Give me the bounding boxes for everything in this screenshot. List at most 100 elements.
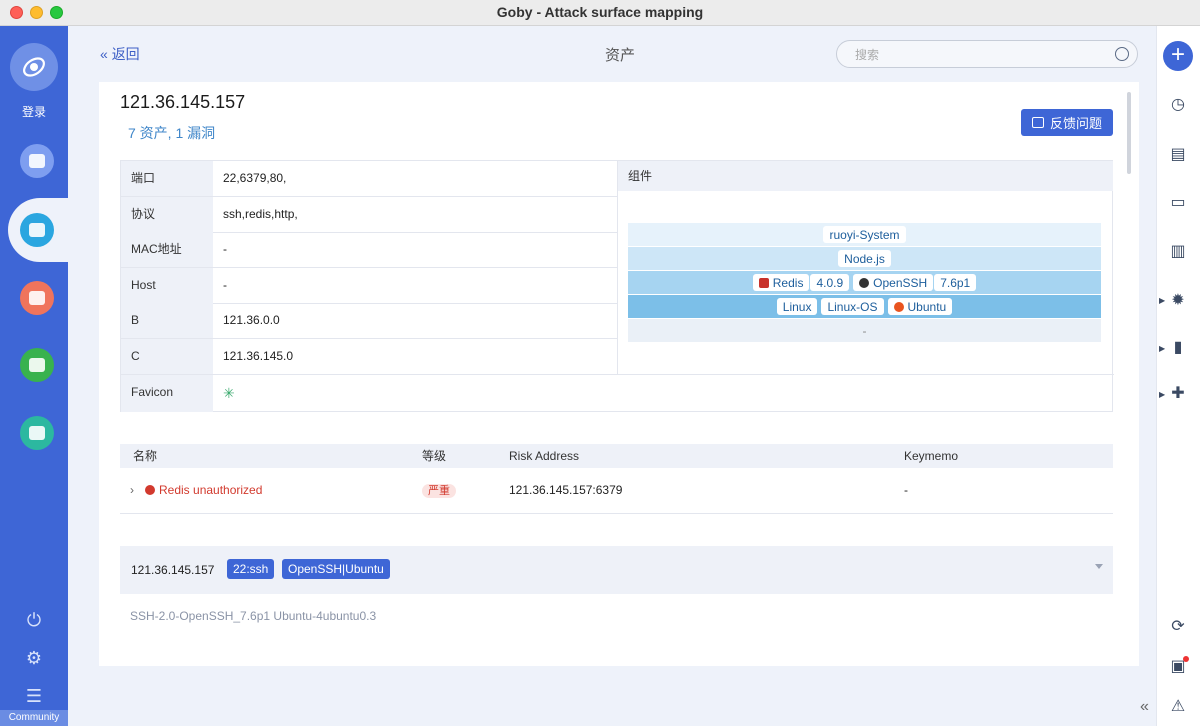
nav-report-button[interactable] [20,348,54,382]
search-input[interactable] [855,46,1105,64]
chevron-down-icon[interactable] [1095,564,1103,569]
warning-icon[interactable]: ⚠ [1167,696,1189,718]
info-key: B [121,303,213,338]
user-avatar[interactable] [10,43,58,91]
vulnerability-icon [29,291,45,305]
asset-info-table: 端口 22,6379,80, 协议 ssh,redis,http, MAC地址 … [120,160,1114,412]
component-tag[interactable]: Linux [776,298,818,315]
info-key: Favicon [121,375,213,412]
component-tag[interactable]: Linux-OS [821,298,884,315]
monitor-icon[interactable]: ▭ [1167,192,1189,214]
bar-chart-icon[interactable]: ▮ [1167,337,1189,359]
settings-gear-icon[interactable]: ⚙ [22,646,46,670]
page-title: 资产 [604,47,635,64]
new-scan-plus-button[interactable]: + [1163,41,1193,71]
scrollbar[interactable] [1127,92,1131,174]
info-row-port: 端口 22,6379,80, [121,161,617,197]
components-panel: 组件 ruoyi-System Node.js Redis 4.0.9 Open… [617,161,1113,374]
port-ip: 121.36.145.157 [131,563,215,577]
goby-logo-icon [23,57,45,77]
keymemo: - [904,483,908,497]
expand-arrow-icon: ▶ [1159,344,1166,353]
clover-icon [29,426,45,440]
product-tag: OpenSSH|Ubuntu [282,559,390,579]
nav-vulnerabilities-button[interactable] [20,281,54,315]
info-row-c-segment: C 121.36.145.0 [121,339,617,375]
component-layer-application: ruoyi-System [628,223,1101,246]
refresh-icon[interactable]: ⟳ [1167,616,1189,638]
favicon-icon[interactable]: ✳ [223,385,235,401]
info-value: - [223,242,227,256]
asset-summary: 7 资产, 1 漏洞 [128,125,216,141]
ip-icon[interactable]: ▥ [1167,241,1189,263]
component-layer-service: Redis 4.0.9 OpenSSH 7.6p1 [628,271,1101,294]
column-header-name: 名称 [133,449,158,463]
column-header-level: 等级 [422,449,447,463]
window-title: Goby - Attack surface mapping [496,4,704,20]
bug-icon [145,485,155,495]
info-row-protocol: 协议 ssh,redis,http, [121,197,617,233]
info-value: 121.36.0.0 [223,313,280,327]
vuln-name: Redis unauthorized [159,483,263,497]
vuln-name-cell[interactable]: Redis unauthorized [145,470,262,510]
feedback-button[interactable]: 反馈问题 [1021,109,1113,136]
history-clock-icon[interactable]: ◷ [1167,94,1189,116]
nav-scan-button[interactable] [20,144,54,178]
component-layer-hardware: - [628,319,1101,342]
component-name: Redis [772,275,804,290]
window-titlebar: Goby - Attack surface mapping [0,0,1200,26]
component-tag[interactable]: Node.js [838,250,891,267]
community-badge[interactable]: Community [0,710,68,726]
redis-icon [758,277,769,288]
info-key: 端口 [121,161,213,196]
double-chevron-left-icon: « [100,46,108,62]
expand-row-chevron-icon[interactable]: › [130,470,134,510]
login-link[interactable]: 登录 [0,103,68,120]
nav-extensions-button[interactable] [20,416,54,450]
menu-icon[interactable]: ☰ [22,684,46,708]
search-box [836,40,1138,68]
table-row[interactable]: › Redis unauthorized 严重 121.36.145.157:6… [120,470,1113,514]
severity-badge: 严重 [422,484,456,498]
back-button[interactable]: « 返回 [100,44,140,64]
component-layer-os: Linux Linux-OS Ubuntu [628,295,1101,318]
expand-arrow-icon: ▶ [1159,390,1166,399]
openssh-icon [859,277,870,288]
port-tag: 22:ssh [227,559,275,579]
port-banner-header[interactable]: 121.36.145.157 22:ssh OpenSSH|Ubuntu [120,546,1113,594]
info-value: 121.36.145.0 [223,349,294,363]
info-key: MAC地址 [121,232,213,267]
asset-ip-title: 121.36.145.157 [120,92,246,112]
vuln-table-header: 名称 等级 Risk Address Keymemo [120,444,1113,468]
component-layer-framework: Node.js [628,247,1101,270]
bug-icon[interactable]: ✹ [1167,290,1189,312]
scan-icon [29,154,45,168]
column-header-keymemo: Keymemo [904,449,959,463]
components-header: 组件 [618,161,1113,191]
info-key: C [121,339,213,375]
info-value: - [223,278,227,292]
power-icon[interactable]: ⏻ [22,608,46,632]
component-name: Linux-OS [827,299,878,314]
back-label: 返回 [111,46,140,62]
info-key: Host [121,268,213,303]
feedback-icon [1031,117,1044,128]
severity-cell: 严重 [422,470,456,510]
component-tag[interactable]: ruoyi-System [823,226,906,243]
task-list-icon[interactable]: ▤ [1167,144,1189,166]
plugin-puzzle-icon[interactable]: ✚ [1167,383,1189,405]
component-tag[interactable]: Ubuntu [887,298,953,315]
assets-icon [29,223,45,237]
service-banner: SSH-2.0-OpenSSH_7.6p1 Ubuntu-4ubuntu0.3 [130,609,377,623]
component-tag[interactable]: Redis [752,274,810,291]
component-name: Node.js [844,251,885,266]
info-value: ssh,redis,http, [223,207,298,221]
component-tag[interactable]: OpenSSH [853,274,934,291]
info-row-b-segment: B 121.36.0.0 [121,303,617,339]
component-name: OpenSSH [873,275,928,290]
info-row-favicon: Favicon ✳ [121,374,1114,412]
search-icon[interactable] [1115,47,1129,61]
component-name: ruoyi-System [829,227,900,242]
collapse-panel-icon[interactable]: « [1140,698,1149,716]
nav-assets-button[interactable] [20,213,54,247]
